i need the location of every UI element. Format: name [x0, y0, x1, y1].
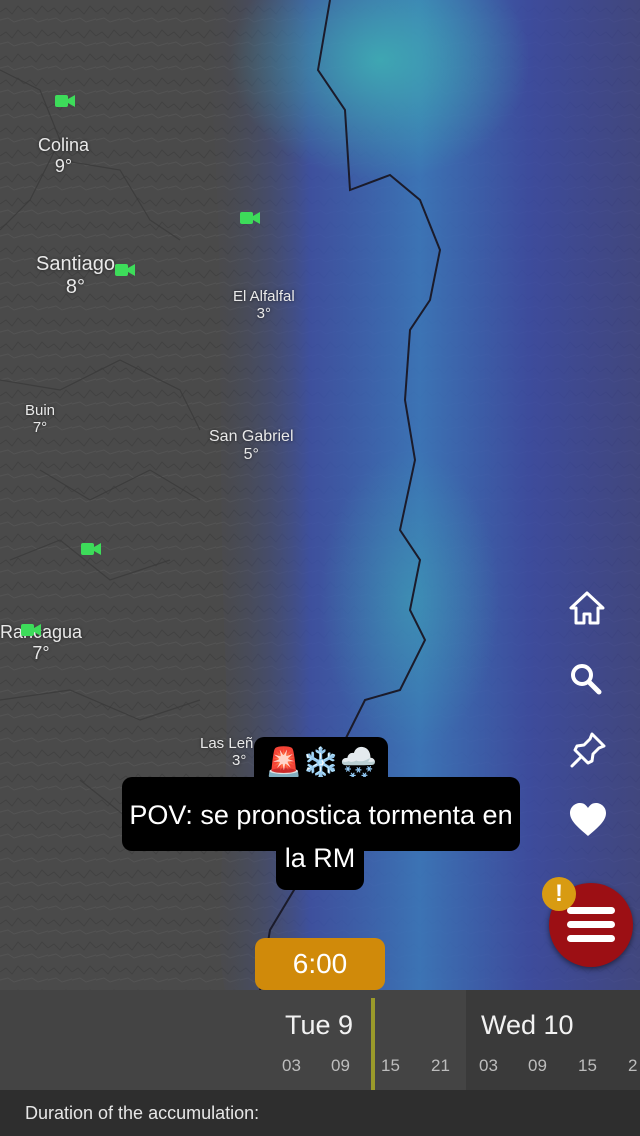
current-time-indicator[interactable]: 6:00 [255, 938, 385, 990]
search-icon[interactable] [568, 661, 612, 705]
webcam-icon[interactable] [115, 263, 135, 277]
city-label[interactable]: Buin 7° [25, 402, 55, 437]
city-temperature: 7° [32, 642, 50, 663]
city-label[interactable]: Las Leñ 3° [200, 735, 253, 770]
heart-icon[interactable] [568, 802, 612, 846]
day-block[interactable]: Tue 9 03 09 15 21 [0, 990, 466, 1090]
alert-badge[interactable]: ! [542, 877, 576, 911]
hour-label: 09 [331, 1056, 350, 1075]
city-temperature: 5° [243, 446, 259, 464]
city-temperature: 9° [54, 155, 73, 176]
city-temperature: 3° [256, 305, 272, 323]
city-temperature: 8° [65, 276, 86, 298]
city-name: Colina [38, 135, 90, 155]
city-name: Las Leñ [200, 735, 254, 752]
accumulation-label: Duration of the accumulation: [25, 1103, 260, 1123]
pin-icon[interactable] [568, 730, 612, 774]
city-temperature: 7° [32, 419, 48, 437]
hamburger-menu-icon [567, 907, 615, 914]
city-name: Rancagua [0, 622, 83, 642]
webcam-icon[interactable] [240, 211, 260, 225]
webcam-icon[interactable] [81, 542, 101, 556]
webcam-icon[interactable] [21, 623, 41, 637]
day-label: Wed 10 [481, 1010, 574, 1040]
hour-label: 21 [431, 1056, 450, 1075]
hour-label: 15 [381, 1056, 400, 1075]
city-label[interactable]: San Gabriel 5° [209, 428, 294, 465]
hour-label: 15 [578, 1056, 597, 1075]
current-time-marker [371, 998, 375, 1090]
timeline-scrubber[interactable]: Tue 9 03 09 15 21 Wed 10 03 09 15 2 [0, 990, 640, 1090]
hour-label: 2 [628, 1056, 638, 1075]
day-block[interactable]: Wed 10 03 09 15 2 [466, 990, 640, 1090]
accumulation-bar: Duration of the accumulation: [0, 1090, 640, 1136]
day-label: Tue 9 [285, 1010, 354, 1040]
city-label[interactable]: Rancagua 7° [0, 622, 82, 663]
city-label[interactable]: Colina 9° [38, 135, 89, 176]
hour-label: 09 [528, 1056, 547, 1075]
weather-map[interactable]: Colina 9° Santiago 8° El Alfalfal 3° Bui… [0, 0, 640, 990]
city-name: Santiago [36, 253, 115, 275]
caption-line-2: la RM [276, 836, 364, 890]
city-name: Buin [25, 402, 56, 419]
home-icon[interactable] [568, 590, 612, 634]
hour-label: 03 [282, 1056, 301, 1075]
city-label[interactable]: Santiago 8° [36, 253, 115, 299]
city-temperature: 3° [232, 752, 247, 770]
city-name: San Gabriel [209, 428, 294, 445]
city-label[interactable]: El Alfalfal 3° [233, 288, 295, 323]
webcam-icon[interactable] [55, 94, 75, 108]
hour-label: 03 [479, 1056, 498, 1075]
city-name: El Alfalfal [233, 288, 295, 305]
